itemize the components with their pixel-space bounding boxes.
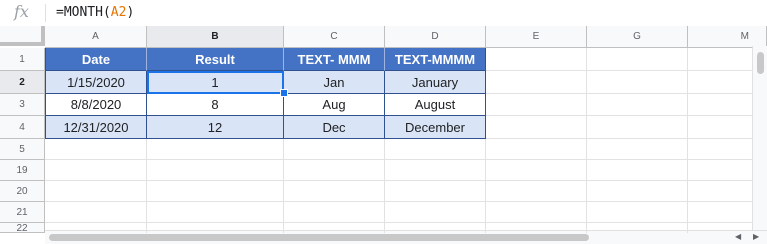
column-header-m[interactable]: M (688, 26, 767, 48)
cell-a4[interactable]: 12/31/2020 (45, 116, 147, 139)
row-header-19[interactable]: 19 (0, 160, 45, 181)
row-header-21[interactable]: 21 (0, 202, 45, 223)
cell-c4[interactable]: Dec (284, 116, 385, 139)
vertical-scroll-thumb[interactable] (757, 52, 764, 74)
row-header-5[interactable]: 5 (0, 139, 45, 160)
cell-a2[interactable]: 1/15/2020 (45, 71, 147, 94)
scroll-left-icon[interactable]: ◀ (735, 232, 741, 241)
column-header-a[interactable]: A (45, 26, 147, 48)
header-date[interactable]: Date (45, 48, 147, 71)
formula-separator (45, 4, 46, 22)
cell-d3[interactable]: August (385, 94, 486, 116)
column-header-e[interactable]: E (486, 26, 587, 48)
cell-b3[interactable]: 8 (147, 94, 284, 116)
row-header-4[interactable]: 4 (0, 116, 45, 139)
function-icon: fx (14, 2, 29, 21)
row-header-2[interactable]: 2 (0, 71, 45, 94)
cell-a3[interactable]: 8/8/2020 (45, 94, 147, 116)
column-header-c[interactable]: C (284, 26, 385, 48)
cell-d2[interactable]: January (385, 71, 486, 94)
column-header-d[interactable]: D (385, 26, 486, 48)
formula-input[interactable]: =MONTH(A2) (56, 5, 134, 20)
cell-c2[interactable]: Jan (284, 71, 385, 94)
cell-d4[interactable]: December (385, 116, 486, 139)
fill-handle[interactable] (280, 89, 288, 97)
column-header-g[interactable]: G (587, 26, 688, 48)
row-header-3[interactable]: 3 (0, 94, 45, 116)
row-header-1[interactable]: 1 (0, 48, 45, 71)
cell-b4[interactable]: 12 (147, 116, 284, 139)
row-header-20[interactable]: 20 (0, 181, 45, 202)
select-all-corner[interactable] (0, 26, 45, 46)
header-text-mmm[interactable]: TEXT- MMM (284, 48, 385, 71)
vertical-scrollbar[interactable] (752, 46, 767, 234)
column-header-b[interactable]: B (147, 26, 284, 48)
cell-c3[interactable]: Aug (284, 94, 385, 116)
cell-b2[interactable]: 1 (147, 71, 284, 94)
row-header-22[interactable]: 22 (0, 223, 45, 234)
header-result[interactable]: Result (147, 48, 284, 71)
formula-bar: fx =MONTH(A2) (0, 0, 767, 27)
header-text-mmmm[interactable]: TEXT-MMMM (385, 48, 486, 71)
scroll-right-icon[interactable]: ▶ (753, 232, 759, 241)
horizontal-scroll-thumb[interactable] (49, 234, 589, 241)
